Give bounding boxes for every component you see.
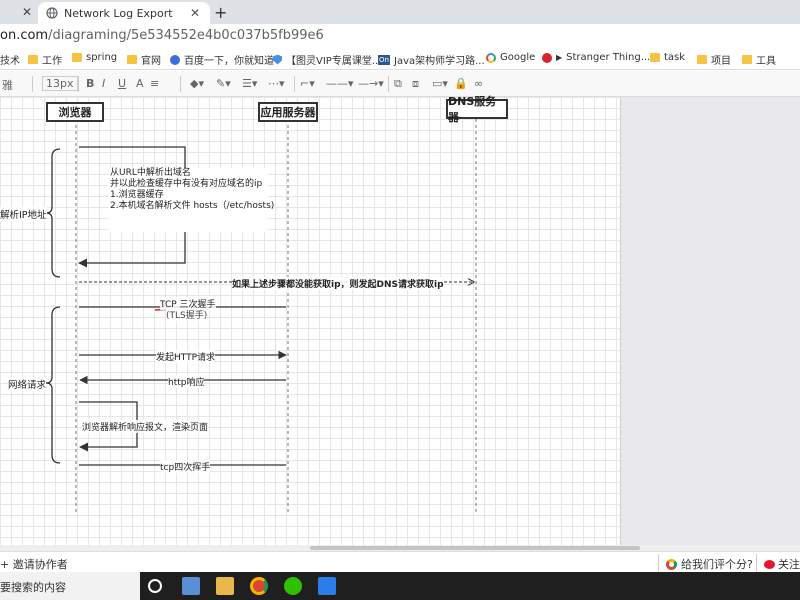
url-text[interactable]: on.com/diagraming/5e534552e4b0c037b5fb99… xyxy=(0,28,324,43)
font-color-button[interactable]: A xyxy=(136,77,144,90)
bookmark-item[interactable]: task xyxy=(650,52,685,63)
netflix-icon xyxy=(542,52,552,63)
fill-color-icon[interactable]: ◆▾ xyxy=(190,77,204,90)
lane-dns-server[interactable]: DNS服务器 xyxy=(446,95,508,124)
bookmark-item[interactable]: 官网 xyxy=(127,52,161,67)
label-http-response[interactable]: http响应 xyxy=(168,375,205,388)
line-end-icon[interactable]: —→▾ xyxy=(358,77,384,90)
label-tcp-close[interactable]: tcp四次挥手 xyxy=(160,460,211,473)
bookmark-item[interactable]: On Java架构师学习路... xyxy=(378,52,485,67)
label-dns-request[interactable]: 如果上述步骤都没能获取ip，则发起DNS请求获取ip xyxy=(232,277,444,290)
bookmark-item[interactable]: 项目 xyxy=(697,52,731,67)
label-tls-handshake[interactable]: (TLS握手) xyxy=(166,308,208,321)
bookmark-item[interactable]: 技术 xyxy=(0,52,20,67)
cortana-icon[interactable] xyxy=(148,579,162,593)
note-line: 从URL中解析出域名 xyxy=(110,168,191,178)
line-color-icon[interactable]: ✎▾ xyxy=(216,77,231,90)
editor-toolbar: 雅 13px B I U A ≡ ◆▾ ✎▾ ☰▾ ⋯▾ ⌐▾ ——▾ —→▾ … xyxy=(0,71,800,97)
file-explorer-icon[interactable] xyxy=(216,577,234,595)
arrange-back-icon[interactable]: ⧈ xyxy=(412,77,419,91)
align-icon[interactable]: ▭▾ xyxy=(432,77,448,90)
chrome-taskbar-icon[interactable] xyxy=(250,577,268,595)
bookmarks-bar: 技术 工作 spring 官网 百度一下，你就知道 【图灵VIP专属课堂... … xyxy=(0,46,800,70)
bookmark-item[interactable]: spring xyxy=(72,52,117,63)
divider xyxy=(756,554,757,571)
folder-icon xyxy=(72,53,82,62)
tab-title: Network Log Export xyxy=(64,7,173,20)
bookmark-item[interactable]: ▶ Stranger Thing... xyxy=(542,52,650,63)
toolbar-divider xyxy=(32,76,33,92)
bracket-label-resolve-ip[interactable]: 解析IP地址 xyxy=(0,207,47,221)
address-bar[interactable]: on.com/diagraming/5e534552e4b0c037b5fb99… xyxy=(0,24,800,46)
tab-close-icon[interactable]: ✕ xyxy=(190,6,200,20)
folder-icon xyxy=(697,55,707,64)
bracket-label-network-request[interactable]: 网络请求 xyxy=(8,377,47,391)
toolbar-divider xyxy=(180,76,181,92)
bookmark-item[interactable]: 【图灵VIP专属课堂... xyxy=(273,52,381,67)
wechat-icon[interactable] xyxy=(284,577,302,595)
folder-icon xyxy=(650,53,660,62)
label-http-request[interactable]: 发起HTTP请求 xyxy=(156,350,216,363)
os-taskbar: 要搜索的内容 xyxy=(0,572,800,600)
editor-app-icon[interactable] xyxy=(318,577,336,595)
arrange-front-icon[interactable]: ⧉ xyxy=(394,77,402,91)
new-tab-icon[interactable]: + xyxy=(214,3,227,22)
note-line: 1.浏览器缓存 xyxy=(110,190,164,200)
toolbar-divider xyxy=(388,76,389,92)
url-path: /diagraming/5e534552e4b0c037b5fb99e6 xyxy=(48,28,324,43)
plus-icon: + xyxy=(0,558,10,571)
bracket-network-request xyxy=(45,306,61,464)
sequence-diagram-lines xyxy=(45,119,477,512)
toolbar-divider xyxy=(78,76,79,92)
folder-icon xyxy=(28,55,38,64)
lane-app-server[interactable]: 应用服务器 xyxy=(258,102,318,122)
line-width-icon[interactable]: ☰▾ xyxy=(242,77,257,90)
bottom-bar: + 邀请协作者 给我们评个分? 关注 xyxy=(0,551,800,572)
folder-icon xyxy=(127,55,137,64)
bracket-resolve-ip xyxy=(45,148,61,278)
scrollbar-thumb[interactable] xyxy=(310,546,640,550)
link-icon[interactable]: ∞ xyxy=(474,77,483,90)
chrome-icon xyxy=(666,558,677,570)
on-icon: On xyxy=(378,54,390,65)
line-style-icon[interactable]: ⋯▾ xyxy=(268,77,285,90)
close-icon[interactable]: ✕ xyxy=(22,5,32,19)
bookmark-item[interactable]: 工作 xyxy=(28,52,62,67)
bold-button[interactable]: B xyxy=(86,77,94,90)
resolve-note[interactable]: 从URL中解析出域名 并以此检查缓存中有没有对应域名的ip 1.浏览器缓存 2.… xyxy=(108,168,275,232)
folder-icon xyxy=(742,55,752,64)
follow-weibo-button[interactable]: 关注 xyxy=(764,556,800,572)
line-start-icon[interactable]: ——▾ xyxy=(326,77,354,90)
weibo-icon xyxy=(764,559,775,569)
play-icon: ▶ xyxy=(556,53,563,62)
font-size-input[interactable]: 13px xyxy=(42,76,78,91)
bookmark-item[interactable]: 工具 xyxy=(742,52,776,67)
browser-tab[interactable]: Network Log Export ✕ xyxy=(38,2,210,24)
invite-collaborator-button[interactable]: + 邀请协作者 xyxy=(0,556,68,572)
task-view-icon[interactable] xyxy=(182,577,200,595)
rate-us-button[interactable]: 给我们评个分? xyxy=(666,556,753,572)
lane-browser[interactable]: 浏览器 xyxy=(46,102,104,122)
font-family-select[interactable]: 雅 xyxy=(2,77,13,93)
note-line: 并以此检查缓存中有没有对应域名的ip xyxy=(110,179,263,189)
underline-button[interactable]: U xyxy=(118,77,126,90)
baidu-icon xyxy=(170,54,180,65)
google-icon xyxy=(486,52,496,63)
note-line: 2.本机域名解析文件 hosts（/etc/hosts) xyxy=(110,201,275,211)
divider xyxy=(658,554,659,571)
connector-icon[interactable]: ⌐▾ xyxy=(300,77,315,90)
label-render[interactable]: 浏览器解析响应报文，渲染页面 xyxy=(82,420,209,433)
taskbar-search[interactable]: 要搜索的内容 xyxy=(0,572,140,600)
canvas-right-panel xyxy=(620,97,800,545)
text-align-icon[interactable]: ≡ xyxy=(150,77,159,90)
lock-icon[interactable]: 🔒 xyxy=(454,77,468,90)
url-host: on.com xyxy=(0,28,49,43)
italic-button[interactable]: I xyxy=(102,77,105,90)
globe-icon xyxy=(46,7,58,19)
shield-icon xyxy=(273,54,282,65)
toolbar-divider xyxy=(294,76,295,92)
bookmark-item[interactable]: 百度一下，你就知道 xyxy=(170,52,274,67)
bookmark-item[interactable]: Google xyxy=(486,52,535,63)
tab-strip: ✕ Network Log Export ✕ + xyxy=(0,0,800,24)
